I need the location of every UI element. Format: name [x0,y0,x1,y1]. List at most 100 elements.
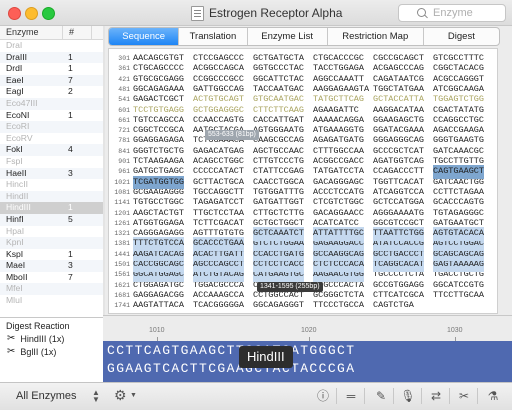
enzyme-site-count: 1 [68,63,73,74]
enzyme-row[interactable]: FspI [0,156,103,168]
enzyme-name: HincII [6,179,28,190]
enzyme-row[interactable]: EcoRV [0,133,103,145]
enzyme-table-header: Enzyme # [0,26,103,40]
enzyme-row[interactable]: HincII [0,179,103,191]
enzyme-site-count [68,237,90,249]
enzyme-name: DrdI [6,63,23,74]
tab-translation[interactable]: Translation [179,28,248,45]
sequence-view[interactable]: 1741 AAGTATTACA TCACGGGGGA GGCAGAGGGT TTCCCT… [108,48,498,314]
info-icon[interactable]: ⓘ [314,388,332,404]
toolbar-divider [449,388,450,404]
enzyme-row[interactable]: Eco47III [0,97,103,110]
zoom-window-button[interactable] [42,7,55,20]
enzyme-name: FokI [6,144,23,155]
enzyme-row[interactable]: MaeI 3 [0,260,103,272]
enzyme-row[interactable]: EaeI 7 [0,74,103,87]
enzyme-name: HaeII [6,167,27,178]
enzyme-name: MboII [6,271,28,282]
enzyme-row[interactable]: MfeI [0,283,103,296]
enzyme-row[interactable]: FokI 4 [0,144,103,156]
enzyme-row[interactable]: EagI 2 [0,86,103,98]
digest-item[interactable]: ✂ BglII (1x) [0,344,103,357]
enzyme-site-count [68,98,90,110]
close-window-button[interactable] [8,7,21,20]
enzyme-site-count: 1 [68,51,73,62]
selection-length-label: 1341-1595 (255bp) [257,282,323,292]
enzyme-row[interactable]: EcoNI 1 [0,110,103,122]
enzyme-row[interactable]: DraIII 1 [0,51,103,64]
title-bar: Estrogen Receptor Alpha Enzyme [0,0,512,26]
enzyme-site-count: 1 [68,202,73,213]
tab-digest[interactable]: Digest [424,28,499,45]
position-tick-label: 1010 [149,327,165,334]
window-title: Estrogen Receptor Alpha [209,6,343,20]
enzyme-site-count [68,283,90,295]
enzyme-row[interactable]: HindII [0,190,103,203]
enzyme-name: EaeI [6,74,24,85]
sequence-row[interactable]: 301 AACAGCGTGT CTCCGAGCCC GCTGATGCTA CTGCACC… [109,52,497,66]
equals-icon[interactable]: ═ [342,388,360,404]
enzyme-site-count: 5 [68,213,73,224]
enzyme-name: DraI [6,40,23,50]
enzyme-row[interactable]: KpnI [0,237,103,249]
enzyme-filter-select[interactable]: All Enzymes [16,390,77,402]
enzyme-row[interactable]: HindIII 1 [0,202,103,214]
digest-item-label: BglII (1x) [20,346,57,357]
scissors-icon: ✂ [7,346,16,357]
document-icon [191,5,204,21]
enzyme-row[interactable]: DraI [0,40,103,52]
enzyme-site-count: 3 [68,167,73,178]
enzyme-site-count: 2 [68,86,73,97]
enzyme-site-badge[interactable]: HindIII [239,346,293,368]
tab-sequence[interactable]: Sequence [109,28,180,45]
minimize-window-button[interactable] [25,7,38,20]
enzyme-row[interactable]: HpaI [0,226,103,238]
position-tick-label: 1020 [301,327,317,334]
enzyme-name: HindII [6,190,29,201]
digest-item[interactable]: ✂ HindIII (1x) [0,331,103,344]
enzyme-site-count [68,156,90,168]
digest-reaction-panel: Digest Reaction ✂ HindIII (1x) ✂ BglII (… [0,317,103,382]
base-group: CGCCGCAGCT [373,53,425,63]
enzyme-site-count [68,179,90,191]
enzyme-site-count: 4 [68,144,73,155]
enzyme-row[interactable]: EcoRI [0,121,103,133]
flask-icon[interactable]: ⚗ [484,388,502,404]
swap-icon[interactable]: ⇄ [427,388,445,404]
feature-length-label: 553-633 (81bp) [205,130,259,140]
enzyme-row[interactable]: MboII 7 [0,272,103,284]
mic-icon[interactable]: 🎙 [399,388,417,404]
enzyme-name: EcoRV [6,132,33,143]
pen-icon[interactable]: ✎ [372,388,390,404]
enzyme-row[interactable]: KspI 1 [0,249,103,261]
enzyme-search-field[interactable]: Enzyme [398,4,506,22]
enzyme-row[interactable]: HaeII 3 [0,167,103,180]
zoomed-sequence-strip[interactable]: 1010 1020 1030 CCTTCAGTGAAGCTTCGATGATGGG… [103,315,512,383]
enzyme-name: EcoRI [6,121,30,132]
enzyme-name: MluI [6,295,23,306]
enzyme-name: HindIII [6,202,31,213]
tab-restriction-map[interactable]: Restriction Map [328,28,424,45]
enzyme-name: MfeI [6,283,23,294]
enzyme-row[interactable]: MluI [0,295,103,307]
enzyme-name: DraIII [6,51,28,62]
enzyme-row[interactable]: HinfI 5 [0,213,103,226]
scissors-icon: ✂ [7,333,16,344]
enzyme-site-count: 1 [68,248,73,259]
double-strand-sequence: CCTTCAGTGAAGCTTCGATGATGGGCT GGAAGTCACTTC… [103,341,512,383]
enzyme-name: Eco47III [6,97,38,108]
enzyme-row[interactable]: DrdI 1 [0,63,103,75]
chevron-down-icon[interactable]: ▼ [130,392,137,399]
toolbar-divider [364,388,365,404]
scissors-icon[interactable]: ✂ [455,388,473,404]
search-icon [417,8,426,17]
top-strand: CCTTCAGTGAAGCTTCGATGATGGGCT [107,343,356,358]
enzyme-site-count [68,191,90,203]
gear-icon[interactable]: ⚙ [114,387,127,404]
column-header-count[interactable]: # [63,26,92,39]
enzyme-name: EcoNI [6,109,30,120]
column-header-enzyme[interactable]: Enzyme [0,26,63,39]
search-placeholder: Enzyme [433,7,473,19]
base-group: CTGCACCCGC [313,53,365,63]
tab-enzyme-list[interactable]: Enzyme List [248,28,328,45]
